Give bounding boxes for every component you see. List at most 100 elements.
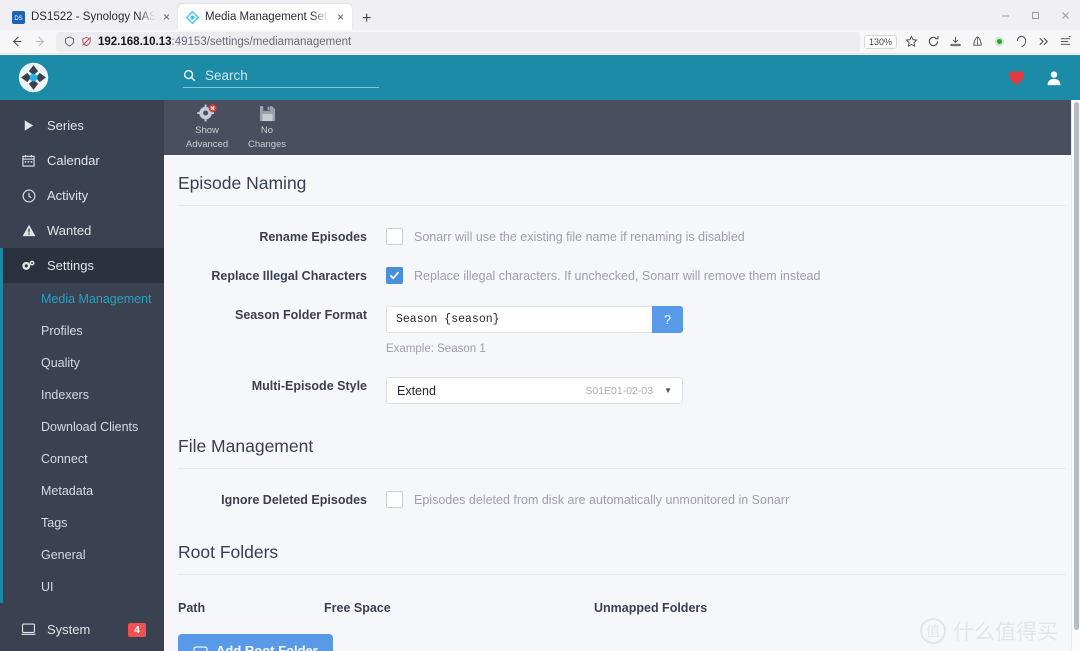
field-label: Ignore Deleted Episodes (221, 493, 367, 507)
user-account-icon[interactable] (1046, 70, 1062, 86)
reader-mode-icon[interactable] (966, 31, 988, 53)
subnav-item-quality[interactable]: Quality (3, 347, 164, 379)
scrollbar-thumb[interactable] (1074, 102, 1079, 630)
sidebar-item-activity[interactable]: Activity (0, 178, 164, 213)
season-folder-format-example: Example: Season 1 (386, 343, 486, 355)
settings-scroll-area[interactable]: Episode Naming Rename Episodes Sonarr wi… (164, 155, 1080, 651)
main-panel: Show Advanced No Changes Episode Naming … (164, 100, 1080, 651)
subnav-label: Metadata (41, 484, 94, 498)
season-folder-format-help-button[interactable]: ? (652, 306, 683, 333)
subnav-label: General (41, 548, 86, 562)
address-bar[interactable]: 192.168.10.13:49153/settings/mediamanage… (56, 31, 860, 52)
subnav-item-profiles[interactable]: Profiles (3, 315, 164, 347)
back-arrow-icon[interactable] (4, 31, 28, 53)
section-title-root-folders: Root Folders (178, 508, 1066, 575)
subnav-item-indexers[interactable]: Indexers (3, 379, 164, 411)
maximize-icon[interactable] (1020, 0, 1050, 30)
sidebar-item-calendar[interactable]: Calendar (0, 143, 164, 178)
field-season-folder-format: Season Folder Format ? Example: Season 1 (178, 284, 1066, 355)
no-changes-button[interactable]: No Changes (239, 104, 295, 151)
field-ignore-deleted-episodes: Ignore Deleted Episodes Episodes deleted… (178, 469, 1066, 508)
section-title-file-management: File Management (178, 404, 1066, 469)
monitor-icon (21, 623, 36, 636)
subnav-item-connect[interactable]: Connect (3, 443, 164, 475)
search-input[interactable] (205, 67, 379, 83)
tab-close-icon[interactable]: × (335, 11, 346, 23)
forward-arrow-icon[interactable] (28, 31, 52, 53)
select-hint: S01E01-02-03 (585, 384, 654, 397)
play-triangle-icon (21, 119, 36, 132)
subnav-label: Quality (41, 356, 80, 370)
season-folder-format-input[interactable] (386, 306, 652, 333)
subnav-item-tags[interactable]: Tags (3, 507, 164, 539)
donate-heart-icon[interactable] (1008, 70, 1025, 86)
overflow-chevrons-icon[interactable] (1032, 31, 1054, 53)
browser-tab-2[interactable]: Media Management Settings × (178, 4, 353, 30)
subnav-label: Download Clients (41, 420, 139, 434)
field-label: Season Folder Format (235, 308, 367, 322)
warning-triangle-icon (21, 224, 36, 237)
extension-green-icon[interactable] (988, 31, 1010, 53)
gear-with-x-icon (196, 104, 218, 123)
multi-episode-style-select[interactable]: Extend S01E01-02-03 ▼ (386, 377, 683, 404)
browser-tab-1[interactable]: DS DS1522 - Synology NAS × (4, 4, 178, 30)
rename-episodes-checkbox[interactable] (386, 228, 403, 245)
header-actions (1008, 70, 1062, 86)
settings-form: Episode Naming Rename Episodes Sonarr wi… (178, 155, 1066, 651)
app-body: Series Calendar Activity Wanted Settings… (0, 100, 1080, 651)
ignore-deleted-episodes-checkbox[interactable] (386, 491, 403, 508)
clock-icon (21, 189, 36, 203)
sidebar-item-label: Calendar (47, 153, 100, 168)
app-header (0, 55, 1080, 100)
folder-icon (193, 645, 208, 651)
zoom-level-badge[interactable]: 130% (863, 34, 897, 49)
minimize-icon[interactable] (990, 0, 1020, 30)
tracker-blocked-icon[interactable] (81, 36, 92, 47)
column-header-path: Path (178, 601, 206, 615)
sidebar-item-settings[interactable]: Settings (0, 248, 164, 283)
sidebar-item-label: Series (47, 118, 84, 133)
subnav-item-metadata[interactable]: Metadata (3, 475, 164, 507)
add-root-folder-button[interactable]: Add Root Folder (178, 634, 333, 651)
library-menu-icon[interactable] (1054, 31, 1076, 53)
subnav-label: Media Management (41, 292, 152, 306)
reload-icon[interactable] (922, 31, 944, 53)
add-root-folder-label: Add Root Folder (216, 643, 318, 651)
root-folders-table-header: Path Free Space Unmapped Folders (178, 575, 1066, 615)
sidebar-item-label: Settings (47, 258, 94, 273)
browser-titlebar: DS DS1522 - Synology NAS × Media Managem… (0, 0, 1080, 30)
close-icon[interactable] (1050, 0, 1080, 30)
field-label: Replace Illegal Characters (211, 269, 367, 283)
subnav-item-download-clients[interactable]: Download Clients (3, 411, 164, 443)
bookmark-star-icon[interactable] (900, 31, 922, 53)
show-advanced-button[interactable]: Show Advanced (179, 104, 235, 151)
shield-icon[interactable] (64, 36, 75, 47)
browser-navbar: 192.168.10.13:49153/settings/mediamanage… (0, 30, 1080, 54)
tab-close-icon[interactable]: × (161, 11, 172, 23)
sonarr-logo[interactable] (18, 62, 49, 93)
sidebar-item-wanted[interactable]: Wanted (0, 213, 164, 248)
tool-label-line1: Show (195, 125, 219, 137)
field-multi-episode-style: Multi-Episode Style Extend S01E01-02-03 … (178, 355, 1066, 404)
save-to-pocket-icon[interactable] (944, 31, 966, 53)
gears-icon (21, 259, 36, 272)
subnav-label: Connect (41, 452, 88, 466)
subnav-item-media-management[interactable]: Media Management (3, 283, 164, 315)
tool-label-line2: Advanced (185, 139, 229, 150)
vertical-scrollbar[interactable] (1071, 100, 1080, 651)
section-title-episode-naming: Episode Naming (178, 155, 1066, 206)
search-box[interactable] (183, 67, 379, 88)
new-tab-button[interactable]: + (352, 11, 381, 30)
subnav-item-ui[interactable]: UI (3, 571, 164, 603)
field-replace-illegal-characters: Replace Illegal Characters Replace illeg… (178, 245, 1066, 284)
subnav-label: Indexers (41, 388, 89, 402)
sidebar-item-system[interactable]: System 4 (0, 612, 164, 647)
synology-icon: DS (12, 10, 25, 24)
replace-illegal-characters-checkbox[interactable] (386, 267, 403, 284)
sidebar-item-series[interactable]: Series (0, 108, 164, 143)
floppy-disk-icon (259, 104, 276, 123)
search-icon (183, 69, 196, 82)
sync-icon[interactable] (1010, 31, 1032, 53)
subnav-item-general[interactable]: General (3, 539, 164, 571)
subnav-label: Profiles (41, 324, 83, 338)
